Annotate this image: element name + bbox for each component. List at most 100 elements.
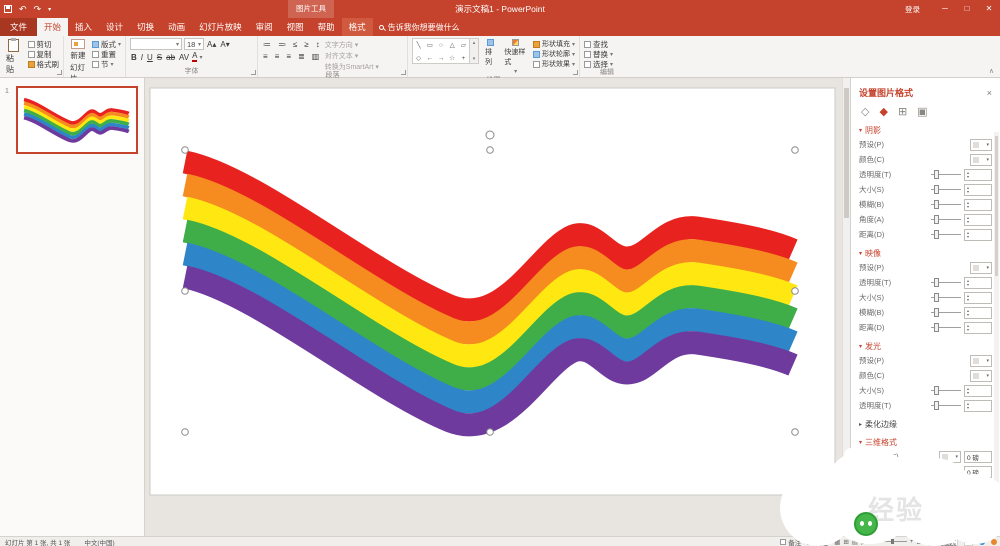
spinner[interactable]: ▴▾ (967, 216, 969, 224)
spin-down-icon[interactable]: ▾ (967, 313, 969, 317)
slider-knob[interactable] (934, 323, 939, 332)
decrease-indent-icon[interactable]: ≤ (292, 40, 298, 49)
shape-parallelogram-icon[interactable]: ▱ (458, 39, 469, 52)
spinner[interactable]: ▴▾ (967, 387, 969, 395)
line-spacing-icon[interactable]: ↕ (315, 40, 321, 49)
slider-knob[interactable] (934, 401, 939, 410)
maximize-button[interactable]: □ (956, 0, 978, 18)
increase-indent-icon[interactable]: ≥ (303, 40, 309, 49)
canvas-vertical-scrollbar[interactable] (842, 78, 850, 536)
selection-handle-bottom-center[interactable] (487, 429, 494, 436)
slider-track[interactable] (931, 174, 961, 175)
ribbon-tab-2[interactable]: 插入 (68, 18, 99, 36)
tell-me-box[interactable]: 告诉我你想要做什么 (373, 18, 466, 36)
italic-button[interactable]: I (140, 53, 144, 62)
shape-arrow-right-icon[interactable]: → (435, 52, 446, 65)
text-shadow-button[interactable]: ab (165, 53, 176, 62)
fp-section-header[interactable]: ▾阴影 (859, 124, 992, 137)
notes-button[interactable]: 备注 (780, 537, 801, 546)
scrollbar-thumb[interactable] (844, 88, 849, 218)
slider-knob[interactable] (934, 278, 939, 287)
ribbon-tab-8[interactable]: 视图 (280, 18, 311, 36)
shape-diamond-icon[interactable]: ◇ (413, 52, 424, 65)
shape-arrow-left-icon[interactable]: ← (424, 52, 435, 65)
align-left-icon[interactable]: ≡ (262, 52, 269, 61)
pane-tab-fill-line-icon[interactable]: ◇ (861, 105, 869, 118)
spin-down-icon[interactable]: ▾ (967, 220, 969, 224)
close-pane-icon[interactable]: × (987, 88, 992, 98)
pane-tab-picture-icon[interactable]: ▣ (917, 105, 927, 118)
pane-tab-size-properties-icon[interactable]: ⊞ (898, 105, 907, 118)
preset-dropdown[interactable]: ▾ (970, 139, 992, 151)
slider-track[interactable] (931, 390, 961, 391)
slider-track[interactable] (931, 297, 961, 298)
slideshow-icon[interactable]: ▷ (861, 538, 866, 546)
format-painter-button[interactable]: 格式刷 (28, 60, 60, 68)
collapse-ribbon-icon[interactable]: ∧ (989, 67, 994, 75)
selection-handle-top-center[interactable] (487, 147, 494, 154)
shape-outline-button[interactable]: 形状轮廓▾ (533, 50, 575, 58)
slider-track[interactable] (931, 405, 961, 406)
paragraph-dialog-launcher-icon[interactable] (401, 70, 406, 75)
slider-track[interactable] (931, 219, 961, 220)
ribbon-tab-9[interactable]: 帮助 (311, 18, 342, 36)
increase-font-icon[interactable]: A▴ (206, 40, 217, 49)
minimize-button[interactable]: ─ (934, 0, 956, 18)
strikethrough-button[interactable]: S (156, 53, 163, 62)
value-input[interactable]: ▴▾ (964, 307, 992, 319)
layout-button[interactable]: 版式▾ (92, 40, 121, 48)
slide-sorter-view-icon[interactable]: ⊞ (843, 538, 848, 546)
normal-view-icon[interactable]: ▦ (834, 538, 840, 546)
slider-knob[interactable] (934, 308, 939, 317)
value-input[interactable]: ▴▾ (964, 400, 992, 412)
spinner[interactable]: ▴▾ (967, 186, 969, 194)
slider-track[interactable] (931, 327, 961, 328)
shape-star-icon[interactable]: ☆ (447, 52, 458, 65)
slider-track[interactable] (931, 234, 961, 235)
spinner[interactable]: ▴▾ (967, 171, 969, 179)
spinner[interactable]: ▴▾ (967, 294, 969, 302)
find-button[interactable]: 查找 (584, 40, 613, 48)
tray-icon[interactable] (979, 539, 985, 545)
spin-down-icon[interactable]: ▾ (967, 391, 969, 395)
spin-down-icon[interactable]: ▾ (967, 298, 969, 302)
bevel-dropdown[interactable]: ▾ (939, 451, 961, 463)
scroll-up-icon[interactable]: ▴ (473, 40, 476, 46)
value-input[interactable]: ▴▾ (964, 184, 992, 196)
slide-thumbnail[interactable] (16, 86, 138, 154)
decrease-font-icon[interactable]: A▾ (219, 40, 230, 49)
sign-in-button[interactable]: 登录 (905, 4, 920, 15)
selection-handle-bottom-left[interactable] (182, 429, 189, 436)
font-color-button[interactable]: A (192, 52, 197, 62)
comments-button[interactable]: 批注 (807, 537, 828, 546)
text-direction-button[interactable]: 文字方向 ▾ (325, 40, 379, 49)
language-indicator[interactable]: 中文(中国) (84, 537, 114, 546)
spinner[interactable]: ▴▾ (967, 279, 969, 287)
fit-to-window-icon[interactable]: ⊡ (917, 538, 922, 546)
selection-handle-middle-left[interactable] (182, 288, 189, 295)
ribbon-tab-7[interactable]: 审阅 (249, 18, 280, 36)
value-input[interactable]: ▴▾ (964, 169, 992, 181)
spin-down-icon[interactable]: ▾ (967, 283, 969, 287)
spinner[interactable]: ▴▾ (967, 402, 969, 410)
fp-section-header[interactable]: ▸柔化边缘 (859, 418, 992, 431)
rotation-handle[interactable] (486, 131, 494, 139)
slide-canvas[interactable] (145, 78, 850, 536)
font-size-select[interactable]: 18▾ (184, 38, 204, 50)
shape-plus-icon[interactable]: + (458, 52, 469, 65)
quick-styles-button[interactable]: 快速样式 ▾ (502, 38, 529, 76)
fp-section-header[interactable]: ▾发光 (859, 340, 992, 353)
slider-track[interactable] (931, 312, 961, 313)
clipboard-dialog-launcher-icon[interactable] (57, 70, 62, 75)
slider-track[interactable] (931, 282, 961, 283)
zoom-out-icon[interactable]: − (872, 538, 876, 545)
value-input[interactable]: ▴▾ (964, 229, 992, 241)
slider-knob[interactable] (934, 230, 939, 239)
bevel-width-input[interactable]: 0 磅 (964, 451, 992, 463)
ribbon-tab-0[interactable]: 文件 (0, 18, 37, 36)
spinner[interactable]: ▴▾ (967, 324, 969, 332)
selection-handle-middle-right[interactable] (792, 288, 799, 295)
ribbon-tab-4[interactable]: 切换 (130, 18, 161, 36)
shape-triangle-icon[interactable]: △ (447, 39, 458, 52)
color-picker-button[interactable]: ▾ (970, 154, 992, 166)
